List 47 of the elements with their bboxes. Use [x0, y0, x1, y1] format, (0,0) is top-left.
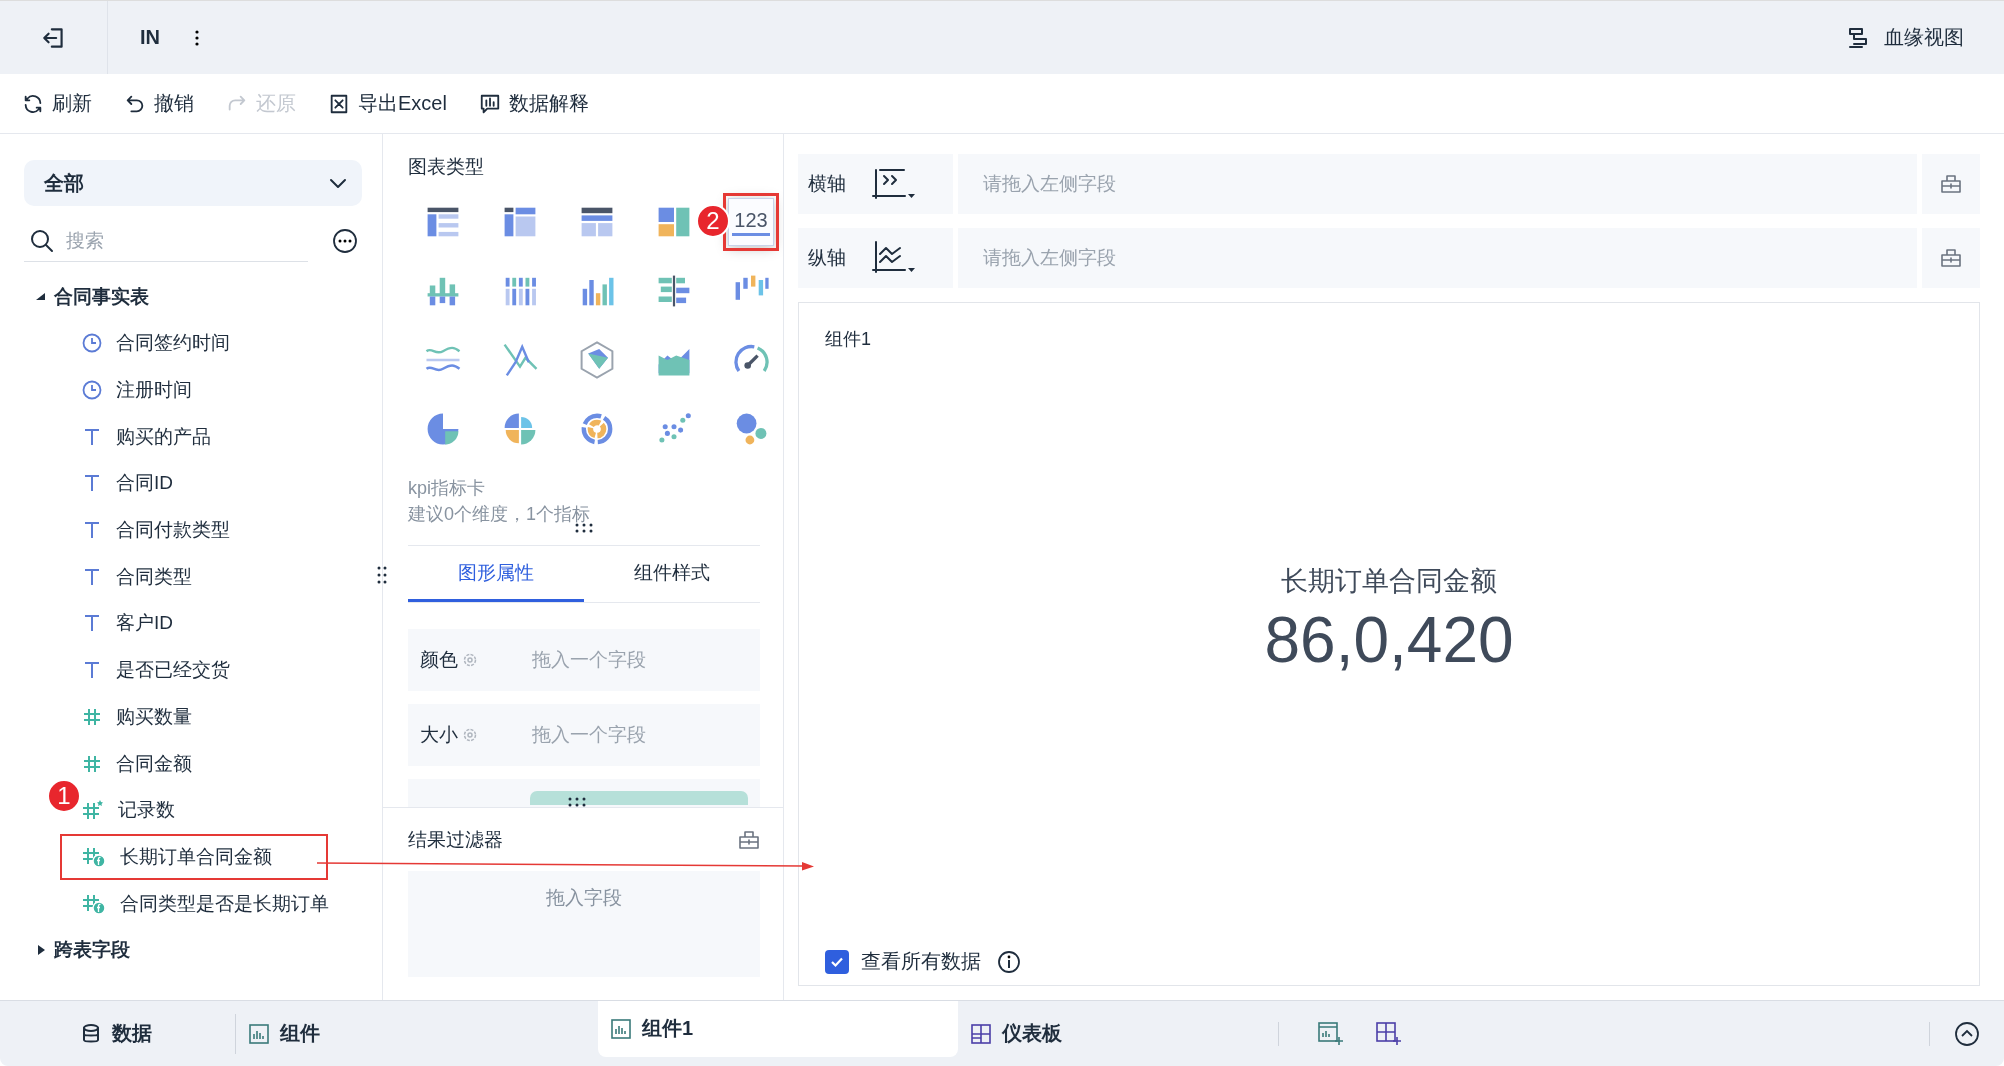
- lineage-view-button[interactable]: 血缘视图: [1840, 23, 1970, 52]
- table-group-label[interactable]: 跨表字段: [54, 936, 130, 963]
- drop-field[interactable]: 拖入一个字段: [530, 723, 730, 747]
- axis-drop-field[interactable]: 请拖入左侧字段: [958, 154, 1917, 214]
- section-title: 结果过滤器: [408, 827, 503, 852]
- component-title: 组件1: [825, 328, 871, 351]
- drop-field[interactable]: 拖入一个字段: [530, 648, 730, 672]
- field-item[interactable]: 合同签约时间: [82, 330, 230, 357]
- step-badge: 2: [696, 204, 730, 238]
- field-item[interactable]: 购买数量: [82, 703, 192, 730]
- step-badge: 1: [47, 778, 81, 813]
- page-title: IN: [140, 26, 160, 49]
- checkbox-label: 查看所有数据: [861, 949, 981, 974]
- bottom-tab[interactable]: 数据: [0, 1013, 235, 1054]
- property-tab[interactable]: 组件样式: [584, 546, 760, 602]
- property-label: 颜色: [420, 648, 458, 672]
- table-group-label[interactable]: 合同事实表: [54, 284, 149, 310]
- axis-label: 横轴: [808, 172, 846, 196]
- property-label: 大小: [420, 723, 458, 747]
- chart-description: 建议0个维度，1个指标: [408, 503, 592, 526]
- explain-button[interactable]: 数据解释: [478, 90, 589, 117]
- field-item[interactable]: 合同付款类型: [82, 517, 230, 544]
- drop-hint: 拖入字段: [546, 886, 622, 910]
- field-item[interactable]: 是否已经交货: [82, 657, 230, 684]
- chart-description: kpi指标卡: [408, 477, 486, 500]
- bottom-tab[interactable]: 组件1: [598, 1000, 958, 1057]
- field-item[interactable]: 购买的产品: [82, 423, 211, 450]
- axis-drop-field[interactable]: 请拖入左侧字段: [958, 228, 1917, 288]
- refresh-button[interactable]: 刷新: [22, 90, 92, 117]
- property-tab[interactable]: 图形属性: [408, 546, 584, 602]
- kpi-value: 86,0,420: [1264, 602, 1514, 677]
- category-dropdown[interactable]: 全部: [24, 160, 362, 206]
- section-title: 图表类型: [408, 155, 485, 179]
- field-item[interactable]: 长期订单合同金额: [82, 843, 272, 870]
- field-item[interactable]: 合同类型: [82, 563, 192, 590]
- field-item[interactable]: 记录数: [82, 797, 175, 824]
- field-item[interactable]: 注册时间: [82, 377, 192, 404]
- excel-button[interactable]: 导出Excel: [328, 90, 447, 117]
- field-item[interactable]: 合同类型是否是长期订单: [82, 890, 329, 917]
- bottom-tab[interactable]: 仪表板: [958, 1013, 1318, 1054]
- kpi-label: 长期订单合同金额: [1281, 564, 1497, 598]
- field-item[interactable]: 合同金额: [82, 750, 192, 777]
- field-item[interactable]: 合同ID: [82, 470, 173, 497]
- axis-label: 纵轴: [808, 246, 846, 270]
- search-field[interactable]: 搜索: [64, 228, 264, 253]
- field-item[interactable]: 客户ID: [82, 610, 173, 637]
- undo-button[interactable]: 撤销: [124, 90, 194, 117]
